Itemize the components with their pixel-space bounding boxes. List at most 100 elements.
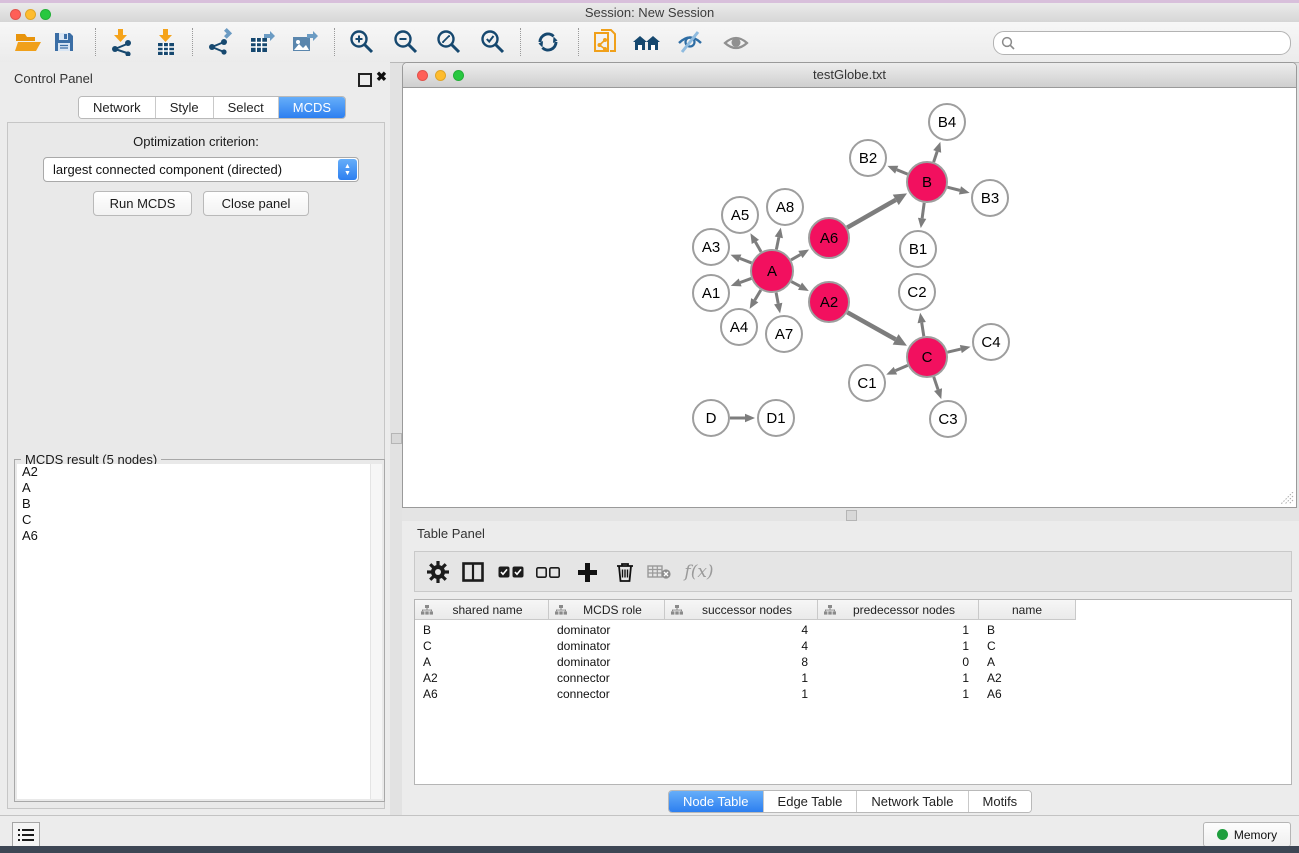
tab-network-table[interactable]: Network Table — [857, 791, 968, 812]
app-titlebar[interactable]: Session: New Session — [0, 3, 1299, 23]
cell-MCDS-role[interactable]: connector — [549, 686, 665, 702]
edge-A2-C[interactable] — [847, 312, 895, 339]
task-history-button[interactable] — [12, 822, 40, 848]
cell-predecessor-nodes[interactable]: 1 — [818, 622, 979, 638]
memory-button[interactable]: Memory — [1203, 822, 1291, 847]
mcds-result-list[interactable]: A2ABCA6 — [17, 464, 382, 799]
cell-name[interactable]: C — [979, 638, 1076, 654]
cell-name[interactable]: A6 — [979, 686, 1076, 702]
table-row[interactable]: Adominator80A — [415, 654, 1291, 670]
column-header-predecessor-nodes[interactable]: predecessor nodes — [818, 600, 979, 620]
vertical-splitter-handle[interactable] — [391, 433, 402, 444]
cell-name[interactable]: A — [979, 654, 1076, 670]
table-row[interactable]: A6connector11A6 — [415, 686, 1291, 702]
cell-MCDS-role[interactable]: dominator — [549, 638, 665, 654]
cell-predecessor-nodes[interactable]: 1 — [818, 638, 979, 654]
cell-successor-nodes[interactable]: 1 — [665, 686, 818, 702]
zoom-fit-icon[interactable] — [432, 25, 466, 59]
import-table-icon[interactable] — [149, 25, 183, 59]
horizontal-splitter-handle[interactable] — [846, 510, 857, 521]
edge-A-A2[interactable] — [791, 282, 800, 287]
delete-table-icon[interactable] — [643, 556, 675, 588]
function-builder-icon[interactable]: f(x) — [679, 556, 719, 588]
tab-edge-table[interactable]: Edge Table — [764, 791, 858, 812]
edge-A-A6[interactable] — [791, 255, 800, 260]
deselect-all-icon[interactable] — [532, 556, 564, 588]
cell-name[interactable]: A2 — [979, 670, 1076, 686]
export-table-icon[interactable] — [245, 25, 279, 59]
edge-B-B3[interactable] — [947, 187, 960, 190]
edge-B-B1[interactable] — [922, 203, 924, 218]
tab-style[interactable]: Style — [156, 97, 214, 118]
edge-A6-B[interactable] — [847, 200, 896, 228]
horizontal-splitter[interactable] — [402, 508, 1299, 521]
search-input[interactable] — [1020, 34, 1284, 52]
export-image-icon[interactable] — [287, 25, 321, 59]
cell-shared-name[interactable]: A — [415, 654, 549, 670]
cell-successor-nodes[interactable]: 1 — [665, 670, 818, 686]
tab-node-table[interactable]: Node Table — [669, 791, 764, 812]
column-header-shared-name[interactable]: shared name — [415, 600, 549, 620]
cell-successor-nodes[interactable]: 4 — [665, 638, 818, 654]
cell-shared-name[interactable]: A2 — [415, 670, 549, 686]
cell-name[interactable]: B — [979, 622, 1076, 638]
import-network-icon[interactable] — [104, 25, 138, 59]
scrollbar-track[interactable] — [370, 464, 382, 799]
edge-C-C1[interactable] — [895, 365, 907, 370]
run-mcds-button[interactable]: Run MCDS — [93, 191, 192, 216]
select-all-icon[interactable] — [495, 556, 527, 588]
network-window-titlebar[interactable]: testGlobe.txt — [403, 63, 1296, 88]
open-session-icon[interactable] — [11, 25, 45, 59]
cell-MCDS-role[interactable]: dominator — [549, 622, 665, 638]
cell-shared-name[interactable]: B — [415, 622, 549, 638]
column-header-successor-nodes[interactable]: successor nodes — [665, 600, 818, 620]
delete-icon[interactable] — [609, 556, 641, 588]
resize-grip-icon[interactable] — [1281, 492, 1294, 505]
cell-MCDS-role[interactable]: dominator — [549, 654, 665, 670]
cell-shared-name[interactable]: C — [415, 638, 549, 654]
cell-successor-nodes[interactable]: 8 — [665, 654, 818, 670]
edge-C-C3[interactable] — [934, 377, 938, 390]
home-icon[interactable] — [630, 25, 664, 59]
show-selected-icon[interactable] — [719, 25, 753, 59]
hide-selected-icon[interactable] — [673, 25, 707, 59]
table-row[interactable]: Cdominator41C — [415, 638, 1291, 654]
cell-predecessor-nodes[interactable]: 0 — [818, 654, 979, 670]
cell-predecessor-nodes[interactable]: 1 — [818, 670, 979, 686]
tab-network[interactable]: Network — [79, 97, 156, 118]
edge-A-A7[interactable] — [776, 293, 778, 304]
network-canvas[interactable]: B4B2BB3A8A5A6A3B1AC2A1A2A4A7C4CC1C3DD1 — [403, 88, 1296, 507]
gear-icon[interactable] — [422, 556, 454, 588]
criterion-select[interactable]: largest connected component (directed) ▲… — [43, 157, 359, 182]
edge-A-A5[interactable] — [755, 242, 761, 252]
zoom-out-icon[interactable] — [389, 25, 423, 59]
cell-shared-name[interactable]: A6 — [415, 686, 549, 702]
table-row[interactable]: Bdominator41B — [415, 622, 1291, 638]
edge-C-C4[interactable] — [947, 349, 960, 352]
column-settings-icon[interactable] — [457, 556, 489, 588]
edge-A-A8[interactable] — [776, 237, 778, 249]
column-header-MCDS-role[interactable]: MCDS role — [549, 600, 665, 620]
edge-A-A1[interactable] — [740, 278, 751, 282]
tab-mcds[interactable]: MCDS — [279, 97, 345, 118]
export-network-icon[interactable] — [203, 25, 237, 59]
cell-successor-nodes[interactable]: 4 — [665, 622, 818, 638]
tab-motifs[interactable]: Motifs — [969, 791, 1032, 812]
refresh-icon[interactable] — [531, 25, 565, 59]
table-row[interactable]: A2connector11A2 — [415, 670, 1291, 686]
edge-B-B2[interactable] — [897, 170, 908, 174]
zoom-selected-icon[interactable] — [476, 25, 510, 59]
add-column-icon[interactable] — [571, 556, 603, 588]
edge-A-A4[interactable] — [755, 290, 761, 300]
cell-predecessor-nodes[interactable]: 1 — [818, 686, 979, 702]
close-panel-button[interactable]: Close panel — [203, 191, 309, 216]
column-header-name[interactable]: name — [979, 600, 1076, 620]
close-panel-icon[interactable]: ✖ — [376, 72, 387, 82]
edge-B-B4[interactable] — [934, 151, 938, 162]
edge-A-A3[interactable] — [740, 258, 752, 263]
clone-network-icon[interactable] — [589, 25, 623, 59]
cell-MCDS-role[interactable]: connector — [549, 670, 665, 686]
search-field[interactable] — [993, 31, 1291, 55]
zoom-in-icon[interactable] — [345, 25, 379, 59]
save-session-icon[interactable] — [47, 25, 81, 59]
